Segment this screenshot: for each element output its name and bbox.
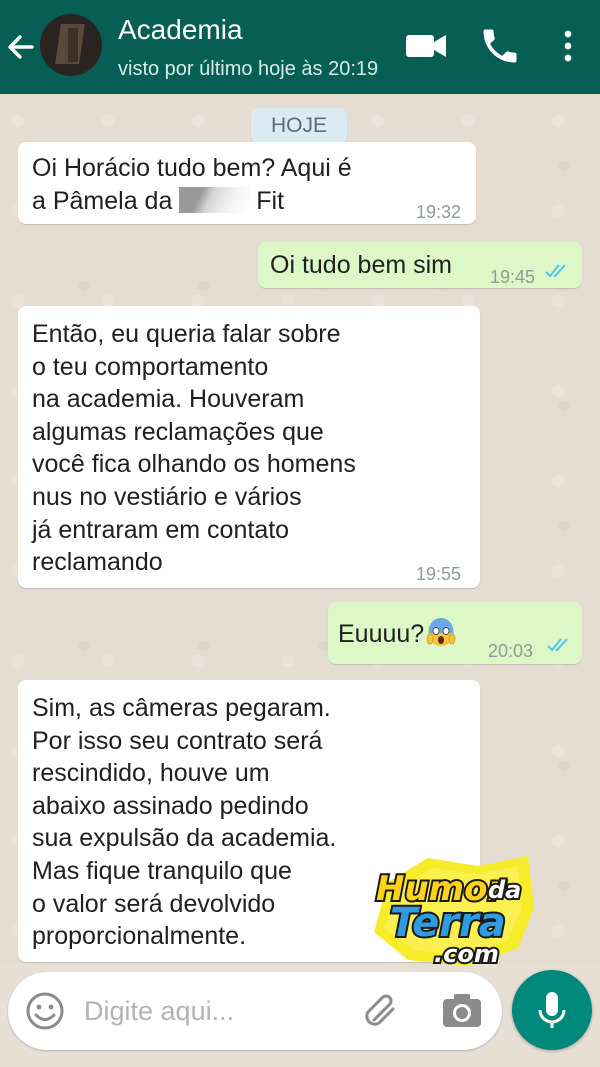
message-time: 19:32 — [416, 202, 462, 222]
phone-icon[interactable] — [478, 24, 522, 68]
svg-text:.com: .com — [434, 940, 499, 968]
message-input[interactable]: Digite aqui... — [84, 996, 234, 1027]
humor-da-terra-logo: Humor Humor da da Terra Terra .com .com — [368, 852, 540, 970]
message-bubble-outgoing[interactable]: Euuuu? 20:03 — [328, 602, 582, 664]
message-time: 19:45 — [490, 267, 536, 287]
more-vert-icon[interactable] — [546, 24, 590, 68]
screaming-face-emoji — [426, 616, 456, 648]
message-time: 20:03 — [488, 641, 534, 661]
redacted-name — [179, 186, 250, 213]
chat-header: Academia visto por último hoje às 20:19 — [0, 0, 600, 94]
mic-icon — [538, 992, 566, 1028]
video-call-icon[interactable] — [404, 24, 448, 68]
message-bubble-incoming[interactable]: Oi Horácio tudo bem? Aqui é a Pâmela da … — [18, 142, 476, 224]
contact-name[interactable]: Academia — [118, 14, 243, 46]
message-bubble-incoming[interactable]: Então, eu queria falar sobre o teu compo… — [18, 306, 480, 588]
date-separator: HOJE — [251, 108, 347, 144]
read-ticks-icon — [547, 638, 568, 652]
message-time: 19:55 — [416, 564, 462, 584]
emoji-icon[interactable] — [24, 990, 66, 1032]
back-arrow-icon[interactable] — [6, 30, 36, 64]
message-text: Oi Horácio tudo bem? Aqui é a Pâmela da … — [32, 154, 352, 215]
message-bubble-outgoing[interactable]: Oi tudo bem sim 19:45 — [258, 242, 582, 288]
message-composer[interactable]: Digite aqui... — [8, 972, 502, 1050]
message-text: Oi tudo bem sim — [270, 251, 453, 279]
read-ticks-icon — [545, 264, 566, 278]
camera-icon[interactable] — [440, 990, 484, 1032]
message-text: Euuuu? — [338, 616, 456, 651]
message-text: Sim, as câmeras pegaram. Por isso seu co… — [32, 694, 337, 951]
message-text: Então, eu queria falar sobre o teu compo… — [32, 320, 356, 577]
mic-button[interactable] — [512, 970, 592, 1050]
chat-messages-area[interactable]: HOJE Oi Horácio tudo bem? Aqui é a Pâmel… — [0, 94, 600, 964]
contact-avatar[interactable] — [40, 14, 102, 76]
attach-icon[interactable] — [360, 990, 402, 1032]
last-seen-status: visto por último hoje às 20:19 — [118, 58, 379, 80]
